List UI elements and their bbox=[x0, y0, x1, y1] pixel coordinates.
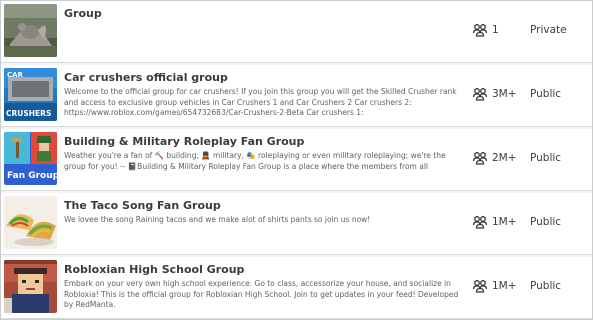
group-description: We lovee the song Raining tacos and we m… bbox=[64, 215, 371, 224]
privacy-label: Public bbox=[530, 88, 562, 100]
member-count: 3M+ bbox=[472, 86, 517, 102]
members-icon bbox=[472, 152, 488, 165]
members-icon bbox=[472, 216, 488, 229]
member-count-value: 3M+ bbox=[492, 88, 517, 100]
privacy-label: Public bbox=[530, 152, 562, 164]
group-name[interactable]: The Taco Song Fan Group bbox=[64, 199, 221, 212]
tacos-photo bbox=[4, 196, 57, 249]
group-row[interactable]: Robloxian High School Group Embark on yo… bbox=[1, 257, 592, 319]
member-count-value: 2M+ bbox=[492, 152, 517, 164]
member-count: 1M+ bbox=[472, 278, 517, 294]
group-thumbnail[interactable] bbox=[4, 4, 57, 57]
privacy-label: Private bbox=[530, 24, 567, 36]
group-name[interactable]: Building & Military Roleplay Fan Group bbox=[64, 135, 304, 148]
members-icon bbox=[472, 24, 488, 37]
group-row[interactable]: CAR CRUSHERS Car crushers official group… bbox=[1, 65, 592, 127]
group-row[interactable]: The Taco Song Fan Group We lovee the son… bbox=[1, 193, 592, 255]
group-thumbnail[interactable]: CAR CRUSHERS bbox=[4, 68, 57, 121]
group-name[interactable]: Group bbox=[64, 7, 102, 20]
group-name[interactable]: Car crushers official group bbox=[64, 71, 228, 84]
squirrel-photo bbox=[4, 4, 57, 57]
group-name[interactable]: Robloxian High School Group bbox=[64, 263, 244, 276]
group-description: Welcome to the official group for car cr… bbox=[64, 87, 457, 117]
group-description: Embark on your very own high school expe… bbox=[64, 279, 459, 309]
group-thumbnail[interactable]: Fan Group bbox=[4, 132, 57, 185]
group-row[interactable]: Fan Group Building & Military Roleplay F… bbox=[1, 129, 592, 191]
members-icon bbox=[472, 280, 488, 293]
member-count-value: 1 bbox=[492, 24, 499, 36]
fan-group-logo: Fan Group bbox=[4, 132, 57, 185]
member-count: 1 bbox=[472, 22, 499, 38]
high-school-avatar bbox=[4, 260, 57, 313]
thumb-text: Fan Group bbox=[7, 171, 57, 181]
member-count-value: 1M+ bbox=[492, 280, 517, 292]
member-count: 1M+ bbox=[472, 214, 517, 230]
privacy-label: Public bbox=[530, 216, 562, 228]
group-thumbnail[interactable] bbox=[4, 196, 57, 249]
groups-list: Group 1 Private CAR CRUSHERS Car crusher… bbox=[0, 0, 593, 320]
thumb-text: CAR bbox=[7, 71, 24, 79]
thumb-text: CRUSHERS bbox=[6, 109, 51, 118]
privacy-label: Public bbox=[530, 280, 562, 292]
member-count-value: 1M+ bbox=[492, 216, 517, 228]
members-icon bbox=[472, 88, 488, 101]
group-thumbnail[interactable] bbox=[4, 260, 57, 313]
car-crushers-logo: CAR CRUSHERS bbox=[4, 68, 57, 121]
group-description: Weather you're a fan of 🔨 building, 💂 mi… bbox=[64, 151, 446, 171]
group-row[interactable]: Group 1 Private bbox=[1, 1, 592, 63]
member-count: 2M+ bbox=[472, 150, 517, 166]
